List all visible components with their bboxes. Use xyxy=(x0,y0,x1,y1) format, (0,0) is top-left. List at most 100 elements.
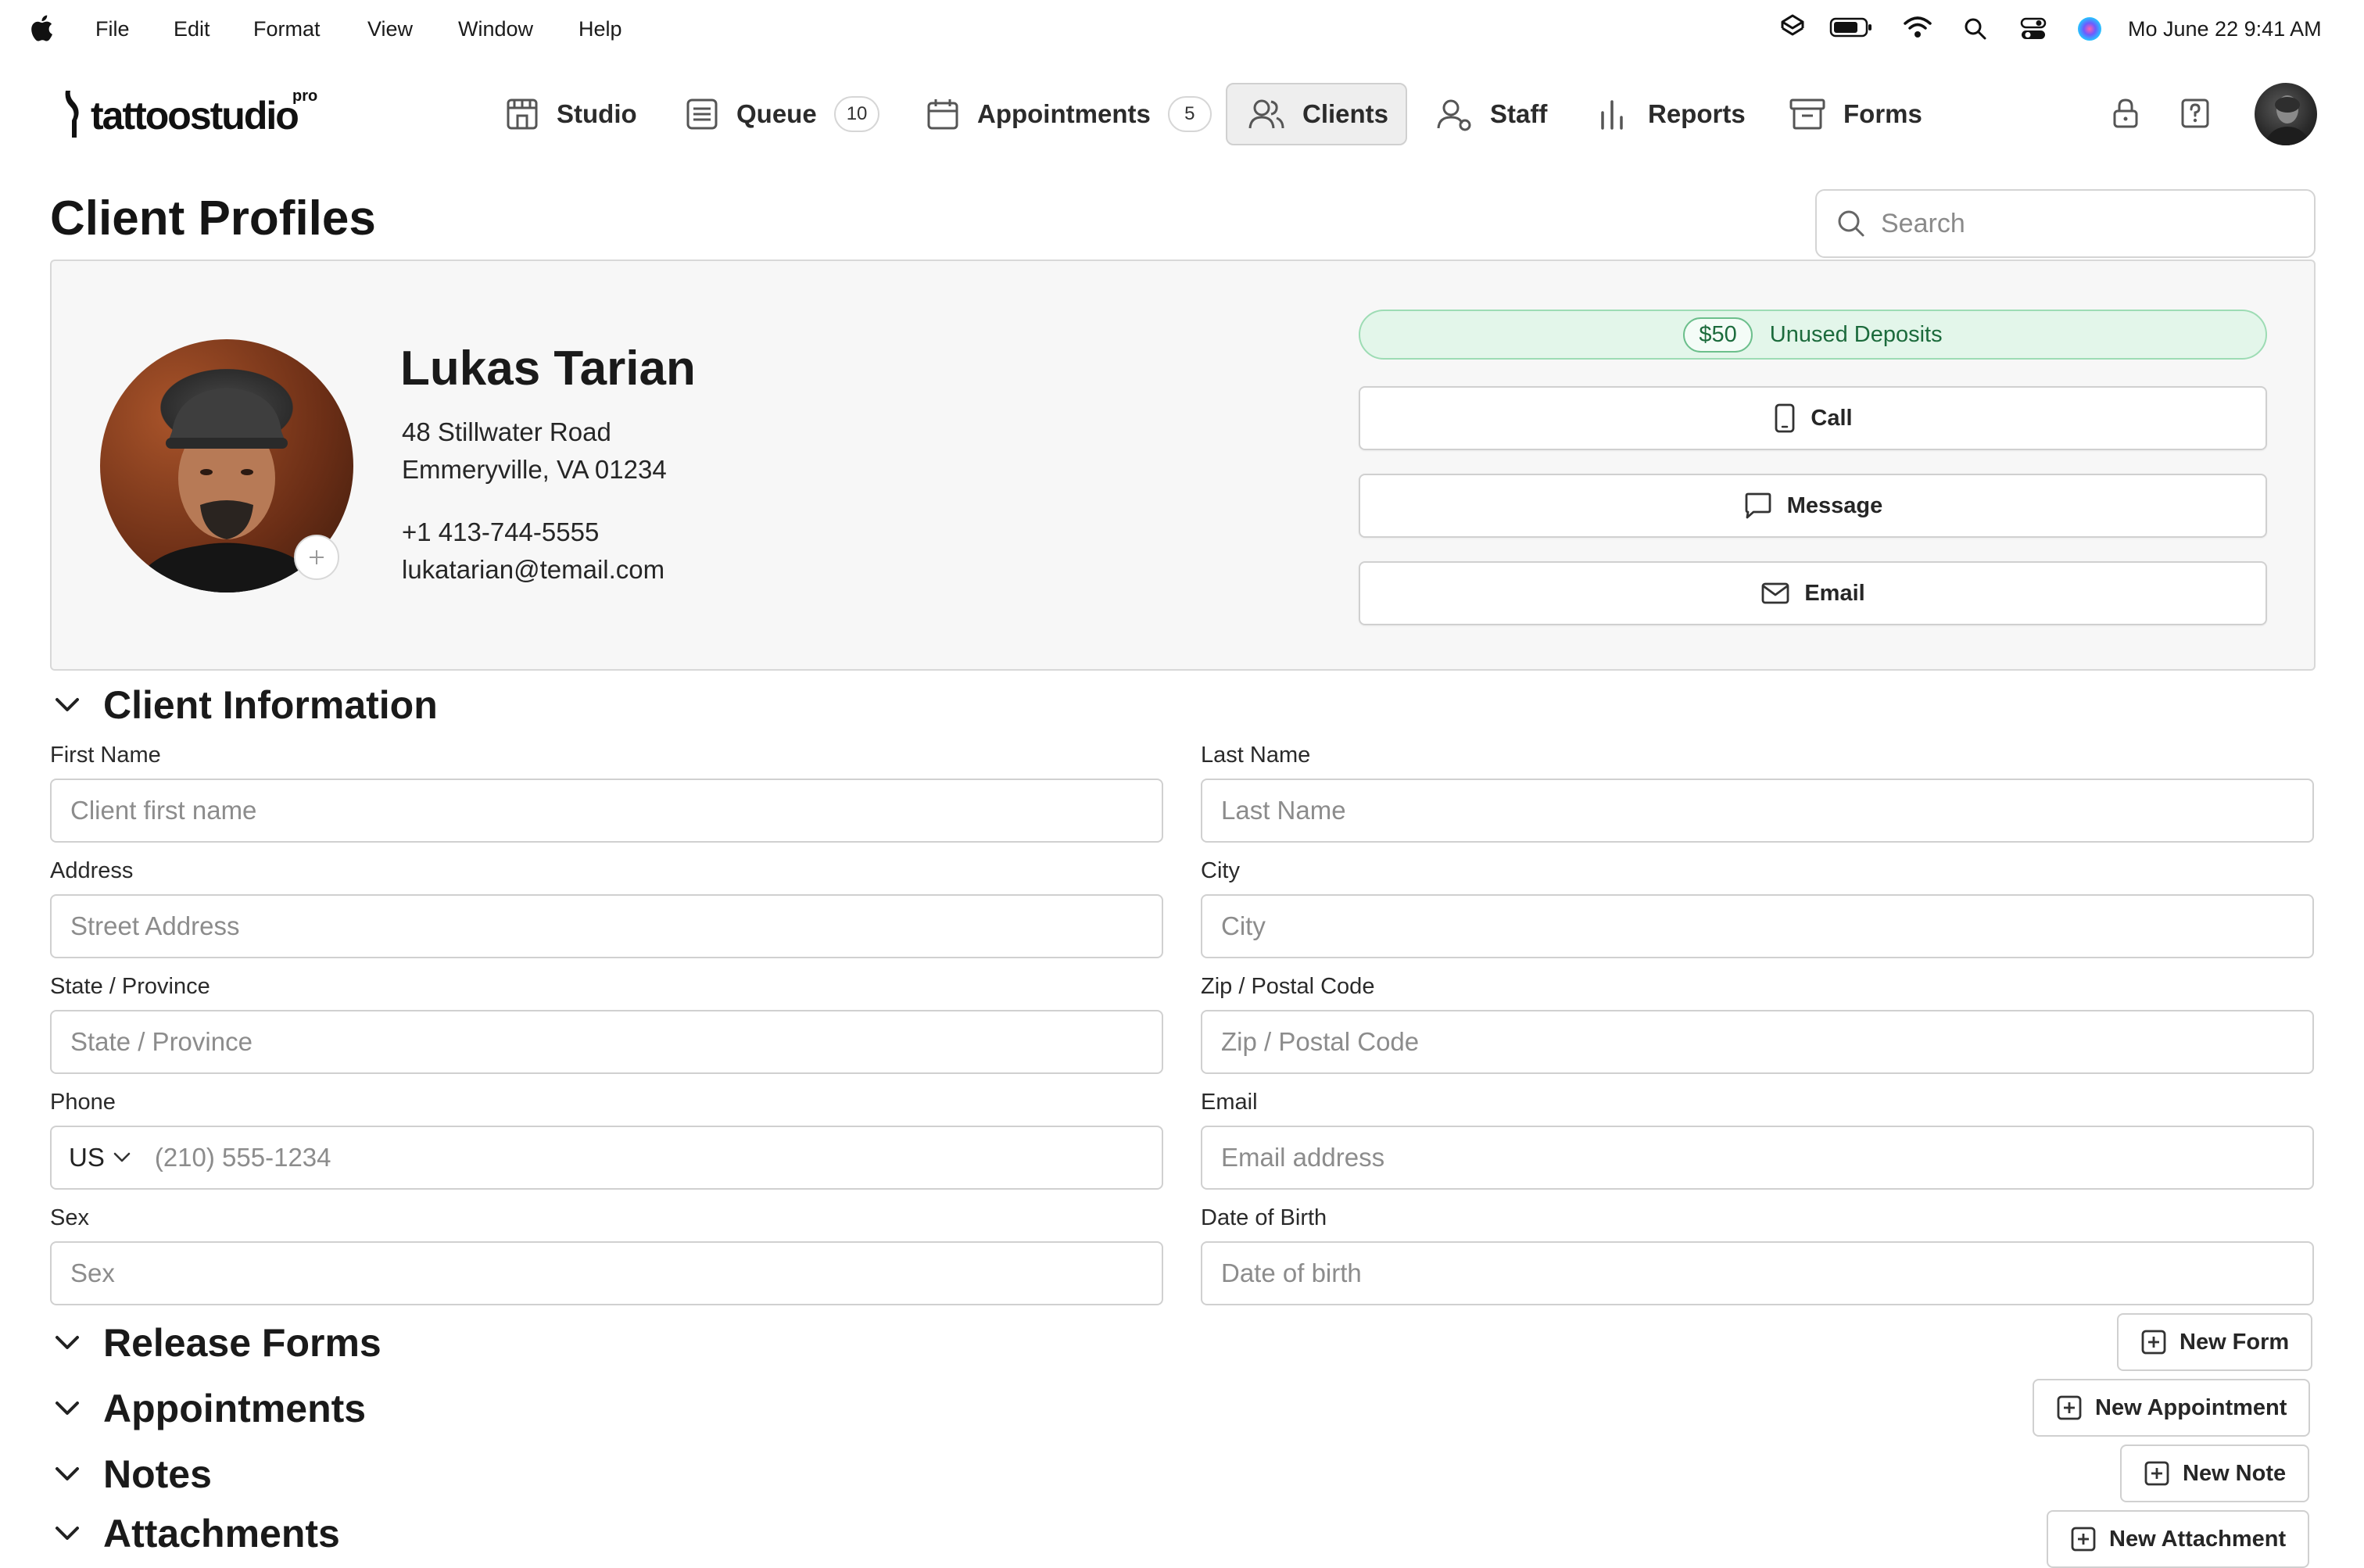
message-button[interactable]: Message xyxy=(1359,474,2267,538)
nav-forms[interactable]: Forms xyxy=(1768,83,1943,145)
new-form-label: New Form xyxy=(2180,1329,2290,1355)
nav-appointments-label: Appointments xyxy=(977,99,1151,128)
chevron-down-icon xyxy=(53,1524,81,1543)
attachments-section-toggle[interactable]: Attachments xyxy=(53,1510,340,1557)
sex-label: Sex xyxy=(50,1205,89,1230)
plus-square-icon xyxy=(2144,1460,2170,1487)
search-input[interactable] xyxy=(1879,207,2289,240)
wifi-icon[interactable] xyxy=(1903,16,1932,39)
sex-field[interactable] xyxy=(50,1241,1163,1305)
nav-queue[interactable]: Queue 10 xyxy=(664,83,900,145)
apple-logo-icon[interactable] xyxy=(30,14,53,42)
call-button[interactable]: Call xyxy=(1359,386,2267,450)
queue-count-badge: 10 xyxy=(833,96,880,132)
release-forms-section-toggle[interactable]: Release Forms xyxy=(53,1319,381,1366)
new-note-button[interactable]: New Note xyxy=(2120,1444,2310,1502)
release-forms-title: Release Forms xyxy=(103,1321,381,1365)
zip-field[interactable] xyxy=(1201,1010,2314,1074)
dob-input[interactable] xyxy=(1220,1258,2312,1289)
user-avatar[interactable] xyxy=(2255,83,2317,145)
last-name-field[interactable] xyxy=(1201,779,2314,843)
menu-window[interactable]: Window xyxy=(458,16,533,42)
appointments-section-toggle[interactable]: Appointments xyxy=(53,1385,366,1432)
control-center-icon[interactable] xyxy=(2020,17,2047,41)
phone-input[interactable] xyxy=(152,1142,1162,1173)
new-appointment-button[interactable]: New Appointment xyxy=(2033,1379,2311,1437)
add-photo-button[interactable] xyxy=(294,535,339,580)
new-attachment-button[interactable]: New Attachment xyxy=(2047,1510,2310,1568)
dob-field[interactable] xyxy=(1201,1241,2314,1305)
email-field[interactable] xyxy=(1201,1126,2314,1190)
chevron-down-icon xyxy=(53,1399,81,1418)
menu-file[interactable]: File xyxy=(95,16,130,42)
search-box[interactable] xyxy=(1815,189,2316,258)
nav-queue-label: Queue xyxy=(736,99,817,128)
appointments-title: Appointments xyxy=(103,1387,367,1430)
nav-studio[interactable]: Studio xyxy=(485,83,657,145)
deposit-amount: $50 xyxy=(1683,317,1753,353)
staff-icon xyxy=(1435,97,1473,131)
battery-icon[interactable] xyxy=(1829,17,1873,38)
new-form-button[interactable]: New Form xyxy=(2117,1313,2313,1371)
menu-edit[interactable]: Edit xyxy=(174,16,210,42)
help-icon[interactable] xyxy=(2180,97,2211,130)
nav-reports[interactable]: Reports xyxy=(1576,83,1766,145)
country-code-select[interactable]: US xyxy=(69,1143,131,1172)
menu-bar-clock[interactable]: Mo June 22 9:41 AM xyxy=(2128,16,2322,42)
last-name-input[interactable] xyxy=(1220,795,2312,826)
page-title: Client Profiles xyxy=(50,192,376,245)
nav-clients[interactable]: Clients xyxy=(1226,83,1407,145)
studio-icon xyxy=(505,97,539,131)
message-icon xyxy=(1743,492,1773,520)
sex-input[interactable] xyxy=(69,1258,1162,1289)
state-input[interactable] xyxy=(69,1026,1162,1058)
email-button[interactable]: Email xyxy=(1359,561,2267,625)
message-button-label: Message xyxy=(1786,492,1883,518)
queue-icon xyxy=(685,97,719,131)
deposit-label: Unused Deposits xyxy=(1769,321,1943,347)
attachments-title: Attachments xyxy=(103,1512,340,1555)
notes-section-toggle[interactable]: Notes xyxy=(53,1451,212,1498)
client-information-section-toggle[interactable]: Client Information xyxy=(53,682,438,729)
city-field[interactable] xyxy=(1201,894,2314,958)
last-name-label: Last Name xyxy=(1201,743,1311,768)
menu-bar: File Edit Format View Window Help Mo Jun… xyxy=(0,0,2364,58)
address-label: Address xyxy=(50,858,134,883)
nav-studio-label: Studio xyxy=(557,99,637,128)
menu-help[interactable]: Help xyxy=(578,16,622,42)
address-field[interactable] xyxy=(50,894,1163,958)
chevron-down-icon xyxy=(113,1151,131,1164)
nav-staff[interactable]: Staff xyxy=(1415,83,1567,145)
search-icon xyxy=(1837,209,1865,238)
menu-format[interactable]: Format xyxy=(253,16,321,42)
calendar-icon xyxy=(926,97,960,131)
state-label: State / Province xyxy=(50,974,210,999)
lock-icon[interactable] xyxy=(2111,97,2140,130)
nav-clients-label: Clients xyxy=(1302,99,1389,128)
client-email: lukatarian@temail.com xyxy=(402,555,665,584)
client-phone: +1 413-744-5555 xyxy=(402,517,600,546)
unused-deposits-badge[interactable]: $50 Unused Deposits xyxy=(1359,310,2267,360)
dropbox-icon[interactable] xyxy=(1779,13,1806,41)
siri-icon[interactable] xyxy=(2076,16,2103,42)
spotlight-search-icon[interactable] xyxy=(1964,17,1987,41)
zip-input[interactable] xyxy=(1220,1026,2312,1058)
phone-field[interactable]: US xyxy=(50,1126,1163,1190)
menu-view[interactable]: View xyxy=(367,16,413,42)
city-input[interactable] xyxy=(1220,911,2312,942)
first-name-input[interactable] xyxy=(69,795,1162,826)
first-name-field[interactable] xyxy=(50,779,1163,843)
email-input[interactable] xyxy=(1220,1142,2312,1173)
plus-square-icon xyxy=(2140,1329,2167,1355)
app-logo[interactable]: tattoostudio pro xyxy=(58,86,324,141)
nav-appointments[interactable]: Appointments 5 xyxy=(905,83,1232,145)
forms-icon xyxy=(1789,97,1826,131)
state-field[interactable] xyxy=(50,1010,1163,1074)
client-information-title: Client Information xyxy=(103,683,438,727)
notes-title: Notes xyxy=(103,1452,212,1496)
city-label: City xyxy=(1201,858,1240,883)
nav-forms-label: Forms xyxy=(1843,99,1922,128)
first-name-label: First Name xyxy=(50,743,161,768)
clients-icon xyxy=(1248,97,1285,131)
address-input[interactable] xyxy=(69,911,1162,942)
